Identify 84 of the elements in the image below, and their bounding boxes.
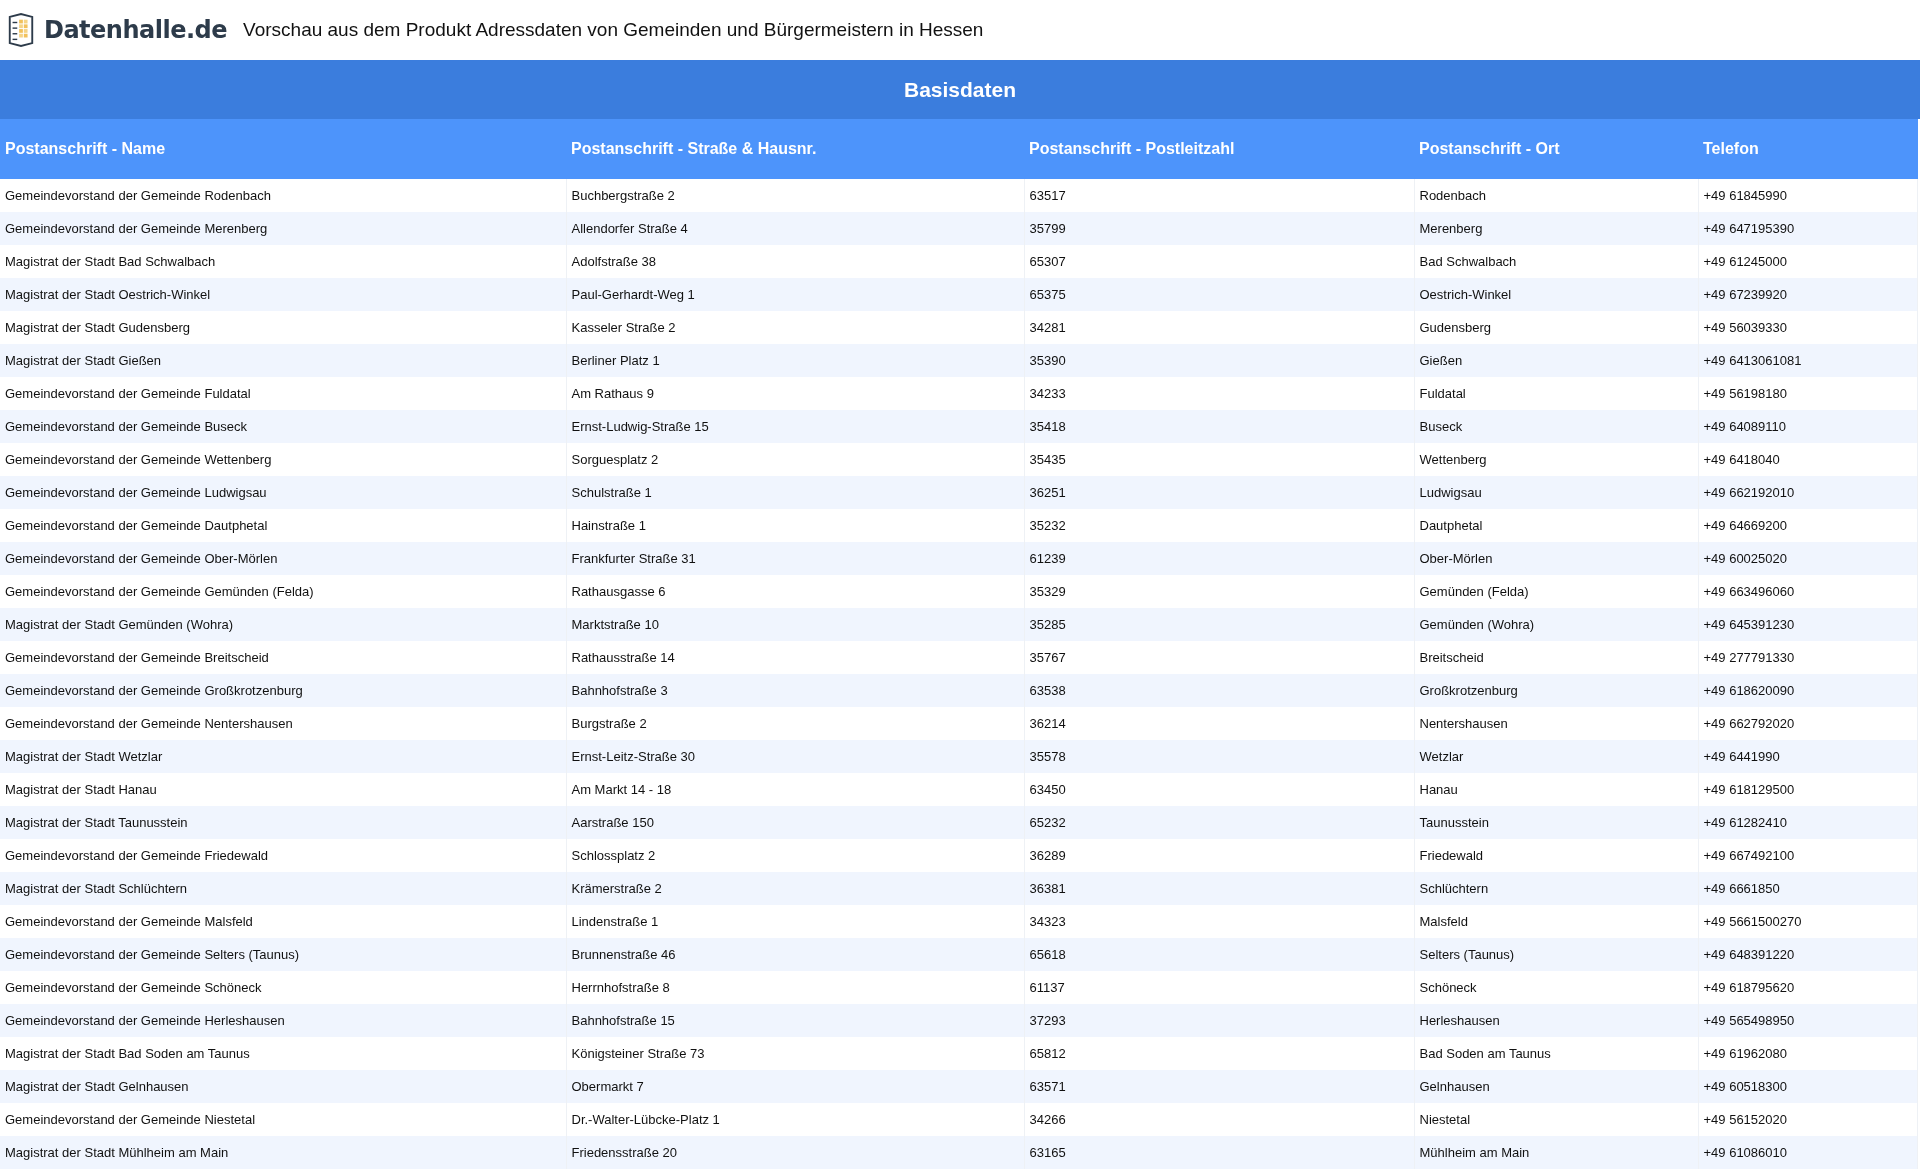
table-cell: Magistrat der Stadt Taunusstein [0,806,566,839]
table-cell: 35390 [1024,344,1414,377]
table-cell: Ober-Mörlen [1414,542,1698,575]
table-cell: +49 61282410 [1698,806,1918,839]
table-cell: 37293 [1024,1004,1414,1037]
table-cell: Selters (Taunus) [1414,938,1698,971]
table-cell: +49 6661850 [1698,872,1918,905]
table-cell: Berliner Platz 1 [566,344,1024,377]
column-header: Postanschrift - Postleitzahl [1024,119,1414,179]
table-cell: 65618 [1024,938,1414,971]
table-cell: 65232 [1024,806,1414,839]
table-cell: Magistrat der Stadt Mühlheim am Main [0,1136,566,1169]
table-cell: Gemünden (Wohra) [1414,608,1698,641]
table-cell: Gemeindevorstand der Gemeinde Herleshausen [0,1004,566,1037]
table-cell: Gemeindevorstand der Gemeinde Merenberg [0,212,566,245]
table-cell: Gemeindevorstand der Gemeinde Ober-Mörlen [0,542,566,575]
table-caption: Basisdaten [0,60,1920,119]
table-cell: Frankfurter Straße 31 [566,542,1024,575]
table-cell: Bahnhofstraße 3 [566,674,1024,707]
table-cell: 61239 [1024,542,1414,575]
table-cell: +49 6441990 [1698,740,1918,773]
table-cell: Gießen [1414,344,1698,377]
table-cell: 36251 [1024,476,1414,509]
column-header: Telefon [1698,119,1918,179]
table-cell: Gemeindevorstand der Gemeinde Ludwigsau [0,476,566,509]
table-cell: +49 645391230 [1698,608,1918,641]
table-cell: +49 6413061081 [1698,344,1918,377]
logo-text[interactable]: Datenhalle.de [44,16,228,44]
table-cell: Magistrat der Stadt Oestrich-Winkel [0,278,566,311]
page-title: Vorschau aus dem Produkt Adressdaten von Gemeinden und Bürgermeistern in Hessen [243,19,984,41]
table-cell: Gemeindevorstand der Gemeinde Buseck [0,410,566,443]
table-cell: +49 618620090 [1698,674,1918,707]
table-cell: Taunusstein [1414,806,1698,839]
table-cell: 35418 [1024,410,1414,443]
table-cell: +49 565498950 [1698,1004,1918,1037]
table-cell: Friedensstraße 20 [566,1136,1024,1169]
table-cell: Schlüchtern [1414,872,1698,905]
table-cell: 36381 [1024,872,1414,905]
table-cell: Gemeindevorstand der Gemeinde Selters (Taunus) [0,938,566,971]
table-cell: Herleshausen [1414,1004,1698,1037]
table-cell: Schulstraße 1 [566,476,1024,509]
table-cell: Obermarkt 7 [566,1070,1024,1103]
table-cell: +49 60518300 [1698,1070,1918,1103]
column-header: Postanschrift - Straße & Hausnr. [566,119,1024,179]
database-logo-icon [6,13,36,47]
column-header: Postanschrift - Name [0,119,566,179]
table-cell: Marktstraße 10 [566,608,1024,641]
table-cell: Buseck [1414,410,1698,443]
table-cell: Aarstraße 150 [566,806,1024,839]
table-cell: +49 662192010 [1698,476,1918,509]
table-cell: Bahnhofstraße 15 [566,1004,1024,1037]
table-cell: 35578 [1024,740,1414,773]
table-cell: +49 67239920 [1698,278,1918,311]
table-cell: Magistrat der Stadt Gießen [0,344,566,377]
table-cell: +49 64089110 [1698,410,1918,443]
table-cell: Ernst-Ludwig-Straße 15 [566,410,1024,443]
table-cell: 35285 [1024,608,1414,641]
table-cell: +49 648391220 [1698,938,1918,971]
table-cell: +49 60025020 [1698,542,1918,575]
table-cell: 63165 [1024,1136,1414,1169]
table-cell: +49 61086010 [1698,1136,1918,1169]
table-cell: Magistrat der Stadt Gemünden (Wohra) [0,608,566,641]
table-cell: 35799 [1024,212,1414,245]
table-cell: Großkrotzenburg [1414,674,1698,707]
table-cell: Gemeindevorstand der Gemeinde Großkrotzenburg [0,674,566,707]
table-cell: Brunnenstraße 46 [566,938,1024,971]
table-cell: Ernst-Leitz-Straße 30 [566,740,1024,773]
table-cell: 65375 [1024,278,1414,311]
table-cell: Wetzlar [1414,740,1698,773]
table-cell: Krämerstraße 2 [566,872,1024,905]
table-cell: Magistrat der Stadt Wetzlar [0,740,566,773]
table-cell: 63571 [1024,1070,1414,1103]
table-cell: Allendorfer Straße 4 [566,212,1024,245]
table-cell: Gelnhausen [1414,1070,1698,1103]
table-cell: Magistrat der Stadt Gelnhausen [0,1070,566,1103]
table-cell: Ludwigsau [1414,476,1698,509]
table-cell: Merenberg [1414,212,1698,245]
table-cell: Paul-Gerhardt-Weg 1 [566,278,1024,311]
table-cell: +49 647195390 [1698,212,1918,245]
column-header: Postanschrift - Ort [1414,119,1698,179]
table-cell: Magistrat der Stadt Schlüchtern [0,872,566,905]
table-cell: 63538 [1024,674,1414,707]
table-cell: Mühlheim am Main [1414,1136,1698,1169]
table-cell: Oestrich-Winkel [1414,278,1698,311]
